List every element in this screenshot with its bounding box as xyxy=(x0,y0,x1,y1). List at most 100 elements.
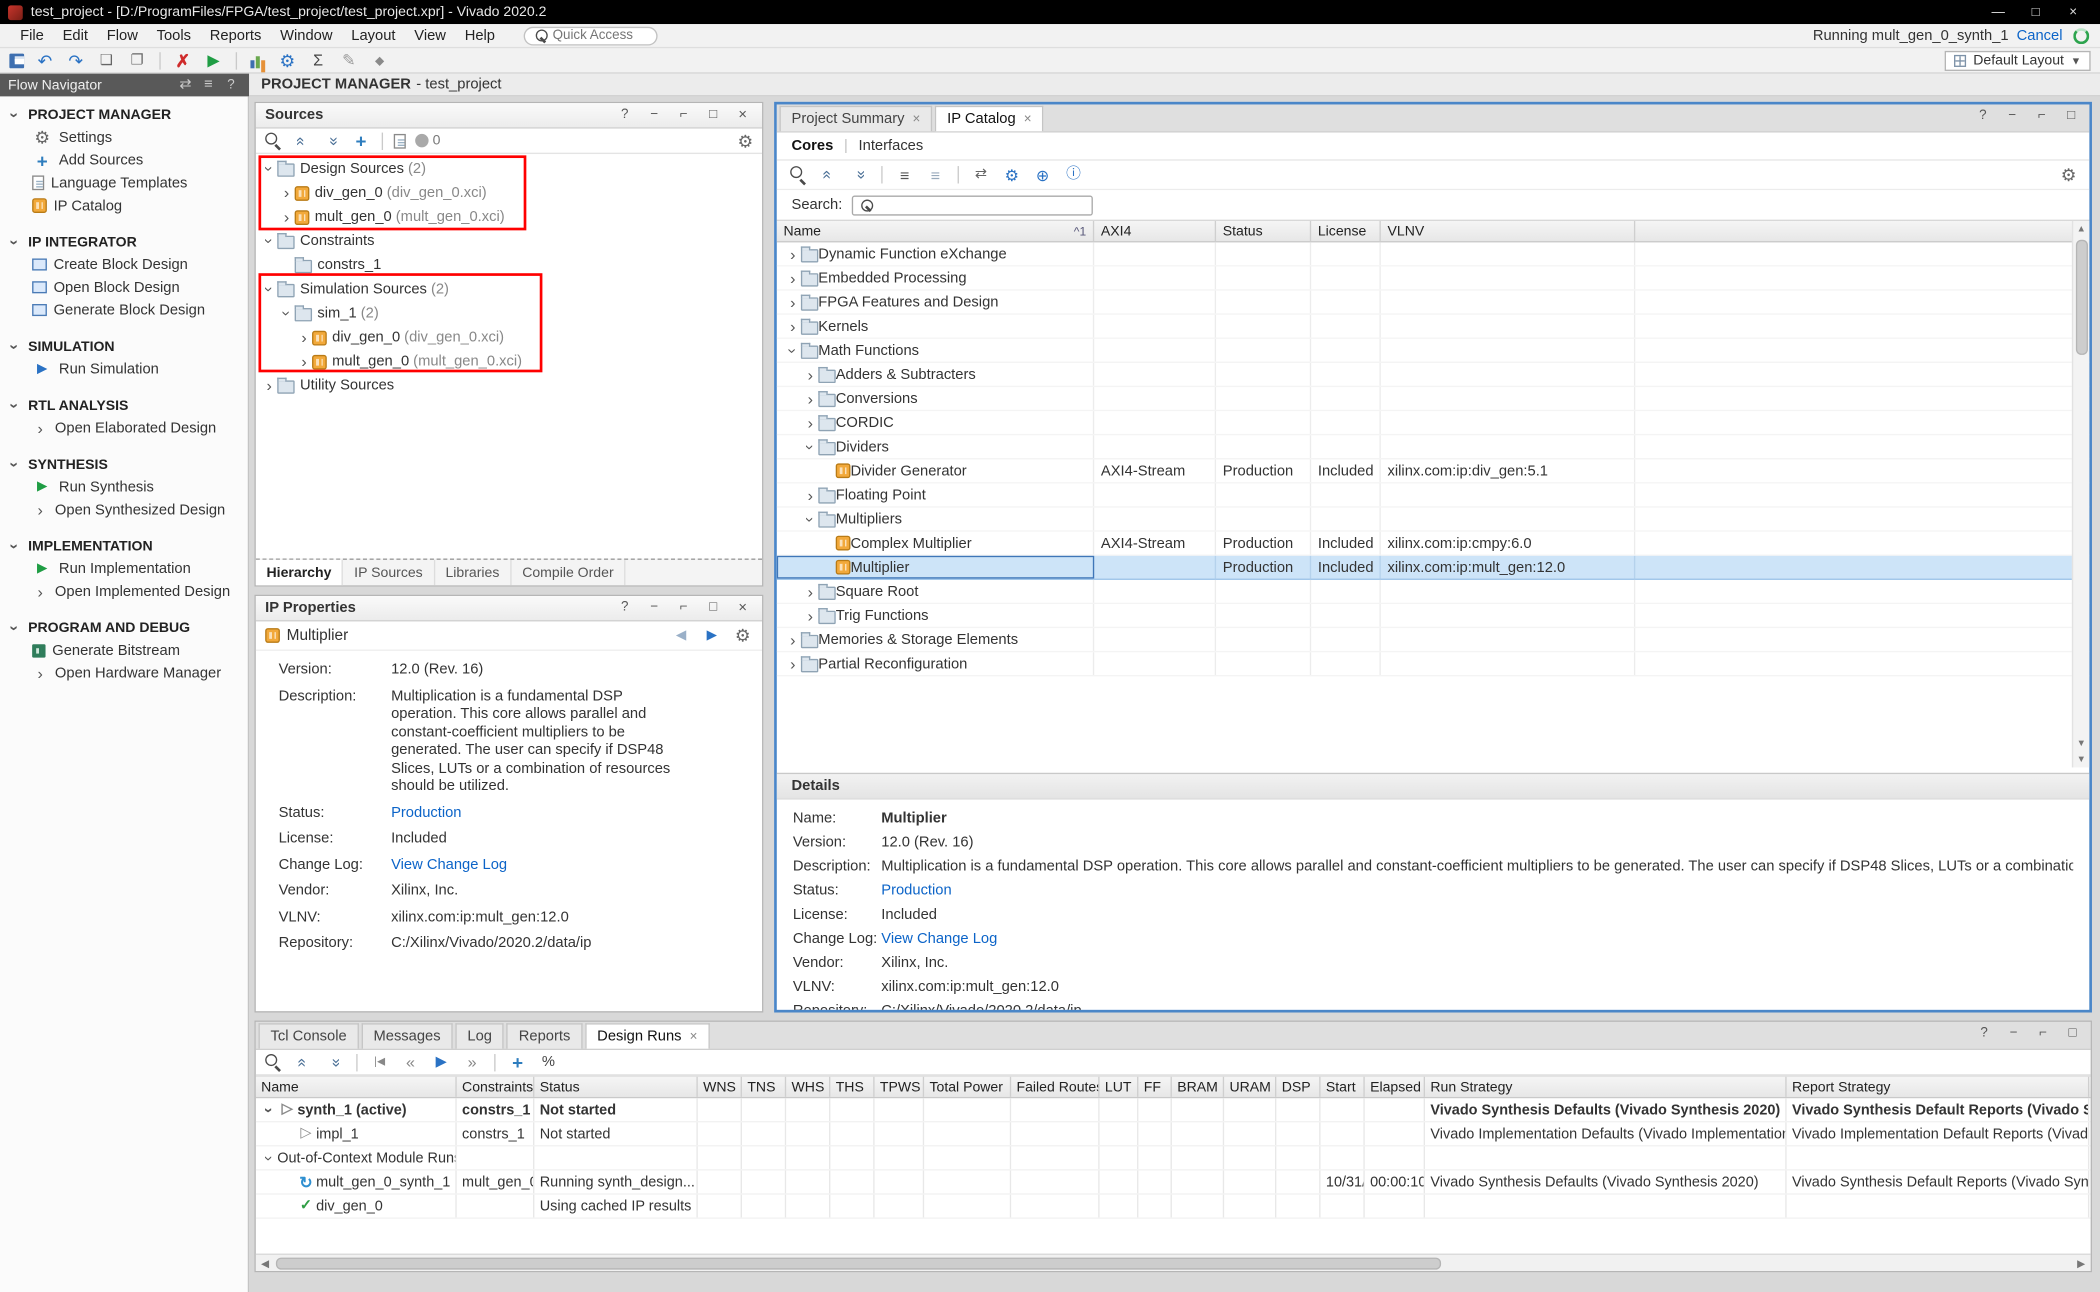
caret-expanded-icon[interactable]: › xyxy=(261,1150,277,1166)
subtab-interfaces[interactable]: Interfaces xyxy=(859,138,924,154)
catalog-row-dividers[interactable]: ›Dividers xyxy=(777,435,2090,459)
flow-item-run-synthesis[interactable]: ▶Run Synthesis xyxy=(0,475,248,498)
flow-section-header[interactable]: ›SIMULATION xyxy=(0,336,248,357)
caret-collapsed-icon[interactable]: › xyxy=(802,390,818,406)
help-light-icon[interactable]: ? xyxy=(221,75,241,95)
runs-column-elapsed[interactable]: Elapsed xyxy=(1365,1077,1425,1097)
scroll-right-icon[interactable]: ▶ xyxy=(2072,1255,2091,1271)
gear-icon[interactable]: ⚙ xyxy=(735,131,755,151)
scroll-down-icon[interactable]: ▼ xyxy=(2073,751,2089,767)
caret-collapsed-icon[interactable]: › xyxy=(785,631,801,647)
flow-item-open-hardware-manager[interactable]: ›Open Hardware Manager xyxy=(0,662,248,685)
flow-section-header[interactable]: ›RTL ANALYSIS xyxy=(0,395,248,416)
search-icon[interactable] xyxy=(263,131,283,151)
globe-icon[interactable]: ⊕ xyxy=(1033,165,1053,185)
source-tree-item-mult-gen-0[interactable]: ›mult_gen_0 (mult_gen_0.xci) xyxy=(256,205,762,229)
runs-column-bram[interactable]: BRAM xyxy=(1172,1077,1224,1097)
runs-column-total-power[interactable]: Total Power xyxy=(924,1077,1011,1097)
runs-column-lut[interactable]: LUT xyxy=(1100,1077,1139,1097)
sources-tab-hierarchy[interactable]: Hierarchy xyxy=(256,560,344,585)
quick-access-input[interactable] xyxy=(553,28,652,43)
caret-collapsed-icon[interactable]: › xyxy=(785,294,801,310)
run-row-impl-1[interactable]: ▷impl_1constrs_1Not startedVivado Implem… xyxy=(256,1122,2091,1146)
source-tree-item-design-sources[interactable]: ›Design Sources (2) xyxy=(256,157,762,181)
run-row-mult-gen-0-synth-1[interactable]: ↻mult_gen_0_synth_1mult_gen_0Running syn… xyxy=(256,1171,2091,1195)
flow-item-generate-bitstream[interactable]: Generate Bitstream xyxy=(0,639,248,662)
scroll-down-icon[interactable]: ▼ xyxy=(2073,735,2089,751)
flow-section-header[interactable]: ›SYNTHESIS xyxy=(0,454,248,475)
redo-icon[interactable]: ↷ xyxy=(66,50,86,70)
caret-collapsed-icon[interactable]: › xyxy=(296,354,312,370)
catalog-row-complex-multiplier[interactable]: ›Complex MultiplierAXI4-StreamProduction… xyxy=(777,532,2090,556)
caret-expanded-icon[interactable]: › xyxy=(802,439,818,455)
minimize-panel-icon[interactable]: − xyxy=(2004,1023,2024,1043)
flow-item-settings[interactable]: ⚙Settings xyxy=(0,126,248,149)
settings-blue-icon[interactable]: ⚙ xyxy=(277,50,297,70)
collapse-all-icon[interactable]: « xyxy=(292,131,312,151)
caret-expanded-icon[interactable]: › xyxy=(802,511,818,527)
tab-log[interactable]: Log xyxy=(455,1023,504,1048)
expand-all-icon[interactable]: « xyxy=(324,1052,344,1072)
caret-collapsed-icon[interactable]: › xyxy=(802,415,818,431)
column-header-license[interactable]: License xyxy=(1311,221,1381,241)
menu-edit[interactable]: Edit xyxy=(53,26,97,45)
search-icon[interactable] xyxy=(263,1052,283,1072)
flow-section-header[interactable]: ›PROJECT MANAGER xyxy=(0,104,248,125)
source-tree-item-constraints[interactable]: ›Constraints xyxy=(256,229,762,253)
flow-section-header[interactable]: ›PROGRAM AND DEBUG xyxy=(0,617,248,638)
dock-icon[interactable]: ⇄ xyxy=(175,75,195,95)
catalog-row-kernels[interactable]: ›Kernels xyxy=(777,315,2090,339)
caret-collapsed-icon[interactable]: › xyxy=(296,329,312,345)
catalog-row-conversions[interactable]: ›Conversions xyxy=(777,387,2090,411)
gear-icon[interactable]: ⚙ xyxy=(733,625,753,645)
menu-window[interactable]: Window xyxy=(271,26,342,45)
minimize-panel-icon[interactable]: − xyxy=(2002,106,2022,126)
runs-column-constraints[interactable]: Constraints xyxy=(457,1077,535,1097)
runs-column-run-strategy[interactable]: Run Strategy xyxy=(1425,1077,1787,1097)
catalog-row-square-root[interactable]: ›Square Root xyxy=(777,580,2090,604)
source-tree-item-mult-gen-0[interactable]: ›mult_gen_0 (mult_gen_0.xci) xyxy=(256,350,762,374)
menu-help[interactable]: Help xyxy=(455,26,504,45)
close-tab-icon[interactable]: × xyxy=(913,112,921,127)
cancel-run-icon[interactable]: ✗ xyxy=(173,50,193,70)
caret-expanded-icon[interactable]: › xyxy=(261,1102,277,1118)
caret-collapsed-icon[interactable]: › xyxy=(802,366,818,382)
maximize-panel-icon[interactable]: □ xyxy=(703,598,723,618)
column-header-status[interactable]: Status xyxy=(1216,221,1311,241)
runs-column-whs[interactable]: WHS xyxy=(786,1077,830,1097)
runs-column-report-strategy[interactable]: Report Strategy xyxy=(1787,1077,2090,1097)
runs-column-start[interactable]: Start xyxy=(1321,1077,1365,1097)
caret-collapsed-icon[interactable]: › xyxy=(785,656,801,672)
caret-collapsed-icon[interactable]: › xyxy=(785,318,801,334)
ip-properties-field-value[interactable]: Production xyxy=(391,804,690,822)
column-header-vlnv[interactable]: VLNV xyxy=(1381,221,1635,241)
flow-item-run-implementation[interactable]: ▶Run Implementation xyxy=(0,557,248,580)
help-icon[interactable]: ? xyxy=(1974,1023,1994,1043)
catalog-row-divider-generator[interactable]: ›Divider GeneratorAXI4-StreamProductionI… xyxy=(777,459,2090,483)
collapse-all-icon[interactable]: « xyxy=(293,1052,313,1072)
tab-ip-catalog[interactable]: IP Catalog× xyxy=(935,106,1044,131)
minimize-button[interactable]: — xyxy=(1979,1,2017,22)
cancel-task-link[interactable]: Cancel xyxy=(2017,27,2063,43)
message-count-badge[interactable]: 0 xyxy=(415,133,440,149)
rew-icon[interactable]: « xyxy=(400,1052,420,1072)
menu-view[interactable]: View xyxy=(405,26,455,45)
run-row-out-of-context-module-runs[interactable]: ›Out-of-Context Module Runs xyxy=(256,1146,2091,1170)
catalog-row-cordic[interactable]: ›CORDIC xyxy=(777,411,2090,435)
run-row-div-gen-0[interactable]: ✓div_gen_0Using cached IP results xyxy=(256,1195,2091,1219)
sum-icon[interactable]: Σ xyxy=(308,50,328,70)
runs-column-dsp[interactable]: DSP xyxy=(1276,1077,1320,1097)
flow-item-open-implemented-design[interactable]: ›Open Implemented Design xyxy=(0,580,248,603)
report-chart-icon[interactable] xyxy=(249,52,266,69)
caret-expanded-icon[interactable]: › xyxy=(261,233,277,249)
runs-column-tpws[interactable]: TPWS xyxy=(875,1077,925,1097)
catalog-row-embedded-processing[interactable]: ›Embedded Processing xyxy=(777,267,2090,291)
scrollbar-thumb[interactable] xyxy=(276,1257,1441,1269)
catalog-row-multiplier[interactable]: ›MultiplierProductionIncludedxilinx.com:… xyxy=(777,556,2090,580)
runs-column-failed-routes[interactable]: Failed Routes xyxy=(1011,1077,1099,1097)
source-tree-item-utility-sources[interactable]: ›Utility Sources xyxy=(256,374,762,398)
maximize-button[interactable]: □ xyxy=(2017,1,2055,22)
sources-tab-ip-sources[interactable]: IP Sources xyxy=(343,560,434,585)
catalog-row-adders-subtracters[interactable]: ›Adders & Subtracters xyxy=(777,363,2090,387)
flow-item-generate-block-design[interactable]: Generate Block Design xyxy=(0,299,248,322)
